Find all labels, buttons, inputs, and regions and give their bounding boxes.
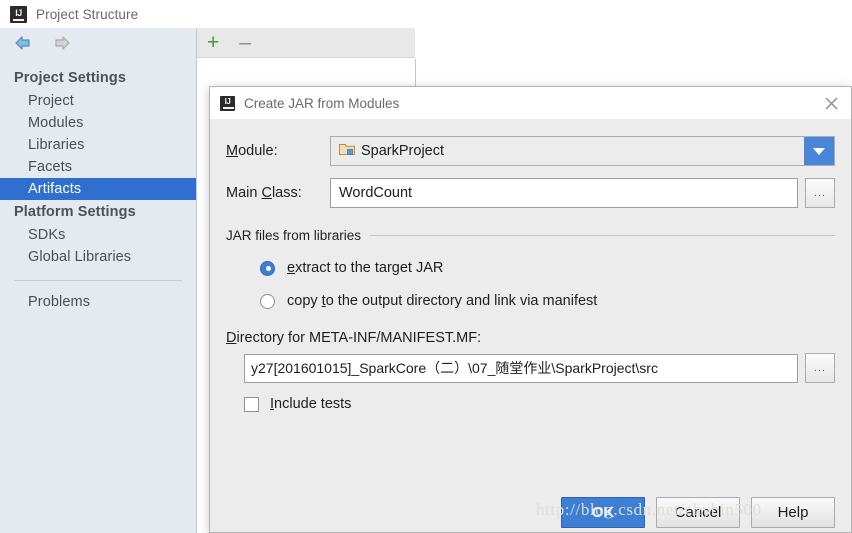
help-button[interactable]: Help <box>751 497 835 528</box>
jar-files-group: JAR files from libraries extract to the … <box>226 228 835 309</box>
sidebar-item-artifacts[interactable]: Artifacts <box>0 178 196 200</box>
dialog-title: Create JAR from Modules <box>244 95 400 111</box>
dialog-button-bar: OK Cancel Help <box>210 497 851 528</box>
cancel-button[interactable]: Cancel <box>656 497 740 528</box>
sidebar-item-facets[interactable]: Facets <box>0 156 196 178</box>
sidebar-group-platform-settings: Platform Settings <box>14 204 136 220</box>
sidebar-item-modules[interactable]: Modules <box>0 112 196 134</box>
dialog-body: Module: SparkProject Main Class: WordCou… <box>210 136 851 532</box>
project-structure-window: IJ Project Structure Project Settings Pr… <box>0 0 852 533</box>
chevron-down-icon[interactable] <box>804 137 834 165</box>
window-title: Project Structure <box>36 6 139 22</box>
main-class-row: Main Class: WordCount ... <box>226 178 835 208</box>
jar-files-group-header: JAR files from libraries <box>226 228 835 243</box>
include-tests-row[interactable]: Include tests <box>226 396 835 412</box>
module-folder-icon <box>339 142 355 161</box>
manifest-dir-browse-button[interactable]: ... <box>805 353 835 383</box>
plus-icon[interactable]: + <box>207 32 219 53</box>
intellij-idea-logo-icon: IJ <box>220 95 235 111</box>
module-value: SparkProject <box>361 143 445 159</box>
module-combobox[interactable]: SparkProject <box>330 136 835 166</box>
manifest-dir-input[interactable]: y27[201601015]_SparkCore（二）\07_随堂作业\Spar… <box>244 353 798 383</box>
main-class-browse-button[interactable]: ... <box>805 178 835 208</box>
window-titlebar: IJ Project Structure <box>0 0 852 28</box>
manifest-dir-label: Directory for META-INF/MANIFEST.MF: <box>226 330 482 346</box>
jar-files-group-title: JAR files from libraries <box>226 228 362 243</box>
settings-tree: Project Settings Project Modules Librari… <box>0 58 196 313</box>
manifest-dir-row: y27[201601015]_SparkCore（二）\07_随堂作业\Spar… <box>226 353 835 383</box>
radio-extract-label: extract to the target JAR <box>287 260 444 276</box>
artifacts-toolbar: + – <box>197 28 415 58</box>
create-jar-from-modules-dialog: IJ Create JAR from Modules Module: Spark… <box>209 86 852 533</box>
dialog-titlebar: IJ Create JAR from Modules <box>210 87 851 119</box>
intellij-idea-logo-icon: IJ <box>10 5 27 23</box>
sidebar-navigation-bar <box>0 28 196 58</box>
module-row: Module: SparkProject <box>226 136 835 166</box>
ok-button[interactable]: OK <box>561 497 645 528</box>
settings-sidebar: Project Settings Project Modules Librari… <box>0 28 197 533</box>
sidebar-group-project-settings: Project Settings <box>14 70 126 86</box>
sidebar-item-problems[interactable]: Problems <box>0 291 196 313</box>
radio-button-selected-icon[interactable] <box>260 260 275 276</box>
radio-copy-to-output-directory[interactable]: copy to the output directory and link vi… <box>226 293 835 309</box>
arrow-right-icon <box>50 35 72 51</box>
group-separator-line <box>370 235 835 236</box>
sidebar-item-project[interactable]: Project <box>0 90 196 112</box>
module-label-rest: odule: <box>238 143 278 159</box>
radio-extract-to-target-jar[interactable]: extract to the target JAR <box>226 260 835 276</box>
radio-copy-label: copy to the output directory and link vi… <box>287 293 598 309</box>
include-tests-label: Include tests <box>270 396 352 412</box>
arrow-left-icon[interactable] <box>14 35 36 51</box>
main-class-label: Main Class: <box>226 185 302 201</box>
sidebar-item-libraries[interactable]: Libraries <box>0 134 196 156</box>
module-label: Module: <box>226 143 278 159</box>
sidebar-item-global-libraries[interactable]: Global Libraries <box>0 246 196 268</box>
main-class-input[interactable]: WordCount <box>330 178 798 208</box>
sidebar-item-sdks[interactable]: SDKs <box>0 224 196 246</box>
close-icon[interactable] <box>811 87 851 119</box>
sidebar-divider <box>14 280 182 281</box>
radio-button-unselected-icon[interactable] <box>260 293 275 309</box>
minus-icon[interactable]: – <box>239 32 251 53</box>
include-tests-checkbox[interactable] <box>244 396 259 412</box>
